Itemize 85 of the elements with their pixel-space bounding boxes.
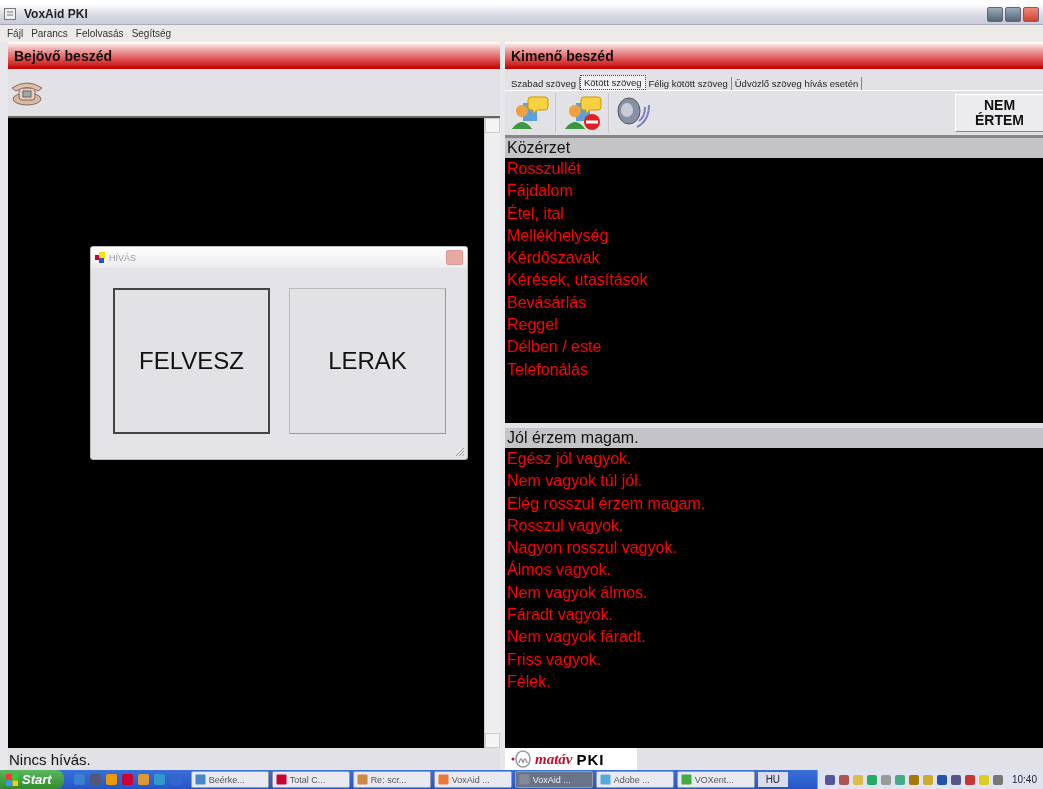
list-item[interactable]: Friss vagyok. — [505, 648, 1043, 671]
tray-icon[interactable] — [935, 773, 948, 786]
list-item[interactable]: Rosszul vagyok. — [505, 514, 1043, 538]
program-icon — [194, 774, 206, 785]
list-item[interactable]: Bevásárlás — [505, 291, 1043, 315]
quick-launch-icon[interactable] — [88, 773, 102, 786]
list-item[interactable]: Álmos vagyok. — [505, 559, 1043, 582]
resize-grip-icon — [455, 447, 465, 457]
tab[interactable]: Kötött szöveg — [579, 75, 646, 90]
language-indicator[interactable]: HU — [757, 772, 789, 787]
scrollbar[interactable] — [484, 118, 500, 748]
quick-launch-icon[interactable] — [104, 773, 118, 786]
telephone-icon[interactable] — [10, 79, 44, 106]
list-item[interactable]: Kérdőszavak — [505, 247, 1043, 270]
list-item[interactable]: Félek. — [505, 670, 1043, 694]
menu-item[interactable]: Segítség — [128, 28, 175, 39]
list-header: Jól érzem magam. — [505, 428, 1043, 448]
program-icon — [599, 774, 611, 785]
call-button[interactable]: LERAK — [289, 288, 446, 434]
quick-launch-icon[interactable] — [120, 773, 134, 786]
list-item[interactable]: Nem vagyok túl jól. — [505, 470, 1043, 493]
list-item[interactable]: Elég rosszul érzem magam. — [505, 492, 1043, 515]
menu-item[interactable]: Parancs — [28, 28, 71, 39]
panel-title: Bejövő beszéd — [8, 42, 500, 69]
tab[interactable]: Szabad szöveg — [508, 77, 580, 90]
tray-icon[interactable] — [823, 773, 836, 786]
quick-launch-icon[interactable] — [72, 773, 86, 786]
tray-icon[interactable] — [963, 773, 976, 786]
minimize-button[interactable] — [987, 6, 1003, 22]
program-icon — [275, 774, 287, 785]
person-stop-icon[interactable] — [562, 95, 602, 131]
app-icon — [4, 8, 16, 20]
list-item[interactable]: Kérések, utasítások — [505, 269, 1043, 292]
program-icon — [356, 774, 368, 785]
logo-text: PKI — [576, 750, 605, 768]
list-item[interactable]: Egész jól vagyok. — [505, 448, 1043, 471]
taskbar-button[interactable]: Adobe ... — [595, 771, 674, 788]
tray-icon[interactable] — [949, 773, 962, 786]
list-item[interactable]: Nagyon rosszul vagyok. — [505, 537, 1043, 560]
person-speech-icon[interactable] — [509, 95, 549, 131]
dialog-title: HÍVÁS — [109, 252, 137, 263]
logo-brand: matáv — [535, 750, 573, 768]
list-item[interactable]: Fájdalom — [505, 180, 1043, 203]
not-understood-button[interactable]: NEM ÉRTEM — [955, 94, 1043, 132]
windows-logo-icon — [6, 773, 18, 786]
program-icon — [437, 774, 449, 785]
list-item[interactable]: Fáradt vagyok. — [505, 604, 1043, 627]
call-button[interactable]: FELVESZ — [113, 288, 270, 434]
tray-icon[interactable] — [865, 773, 878, 786]
close-button[interactable] — [1023, 6, 1039, 22]
taskbar-button[interactable]: VOXent... — [676, 771, 755, 788]
list-item[interactable]: Nem vagyok álmos. — [505, 581, 1043, 605]
speaker-icon[interactable] — [615, 95, 651, 131]
taskbar-button[interactable]: Total C... — [271, 771, 350, 788]
start-button[interactable]: Start — [0, 770, 64, 789]
program-icon — [518, 774, 530, 785]
tray-icon[interactable] — [907, 773, 920, 786]
clock: 10:40 — [1011, 774, 1037, 785]
tab[interactable]: Félig kötött szöveg — [645, 77, 732, 90]
taskbar-button[interactable]: VoxAid ... — [514, 771, 593, 788]
list-item[interactable]: Reggel — [505, 314, 1043, 337]
window-title: VoxAid PKI — [24, 7, 88, 21]
menu-item[interactable]: Fájl — [4, 28, 27, 39]
list-item[interactable]: Nem vagyok fáradt. — [505, 626, 1043, 649]
menu-item[interactable]: Felolvasás — [72, 28, 127, 39]
list-item[interactable]: Mellékhelység — [505, 224, 1043, 248]
panel-title: Kimenő beszéd — [505, 42, 1043, 69]
list-item[interactable]: Étel, ital — [505, 202, 1043, 225]
taskbar-button[interactable]: Re: scr... — [352, 771, 431, 788]
logo-mark-icon — [511, 750, 531, 768]
taskbar-button[interactable]: Beérke... — [190, 771, 269, 788]
quick-launch-icon[interactable] — [136, 773, 150, 786]
program-icon — [680, 774, 692, 785]
list-header: Közérzet — [505, 138, 1043, 158]
taskbar-button[interactable]: VoxAid ... — [433, 771, 512, 788]
tray-icon[interactable] — [991, 773, 1004, 786]
tray-icon[interactable] — [837, 773, 850, 786]
status-text: Nincs hívás. — [9, 750, 91, 768]
window-icon — [95, 252, 106, 263]
list-item[interactable]: Telefonálás — [505, 358, 1043, 381]
quick-launch-icon[interactable] — [152, 773, 166, 786]
list-item[interactable]: Délben / este — [505, 336, 1043, 359]
list-item[interactable]: Rosszullét — [505, 158, 1043, 181]
restore-button[interactable] — [1005, 6, 1021, 22]
tab[interactable]: Üdvözlő szöveg hívás esetén — [731, 77, 863, 90]
